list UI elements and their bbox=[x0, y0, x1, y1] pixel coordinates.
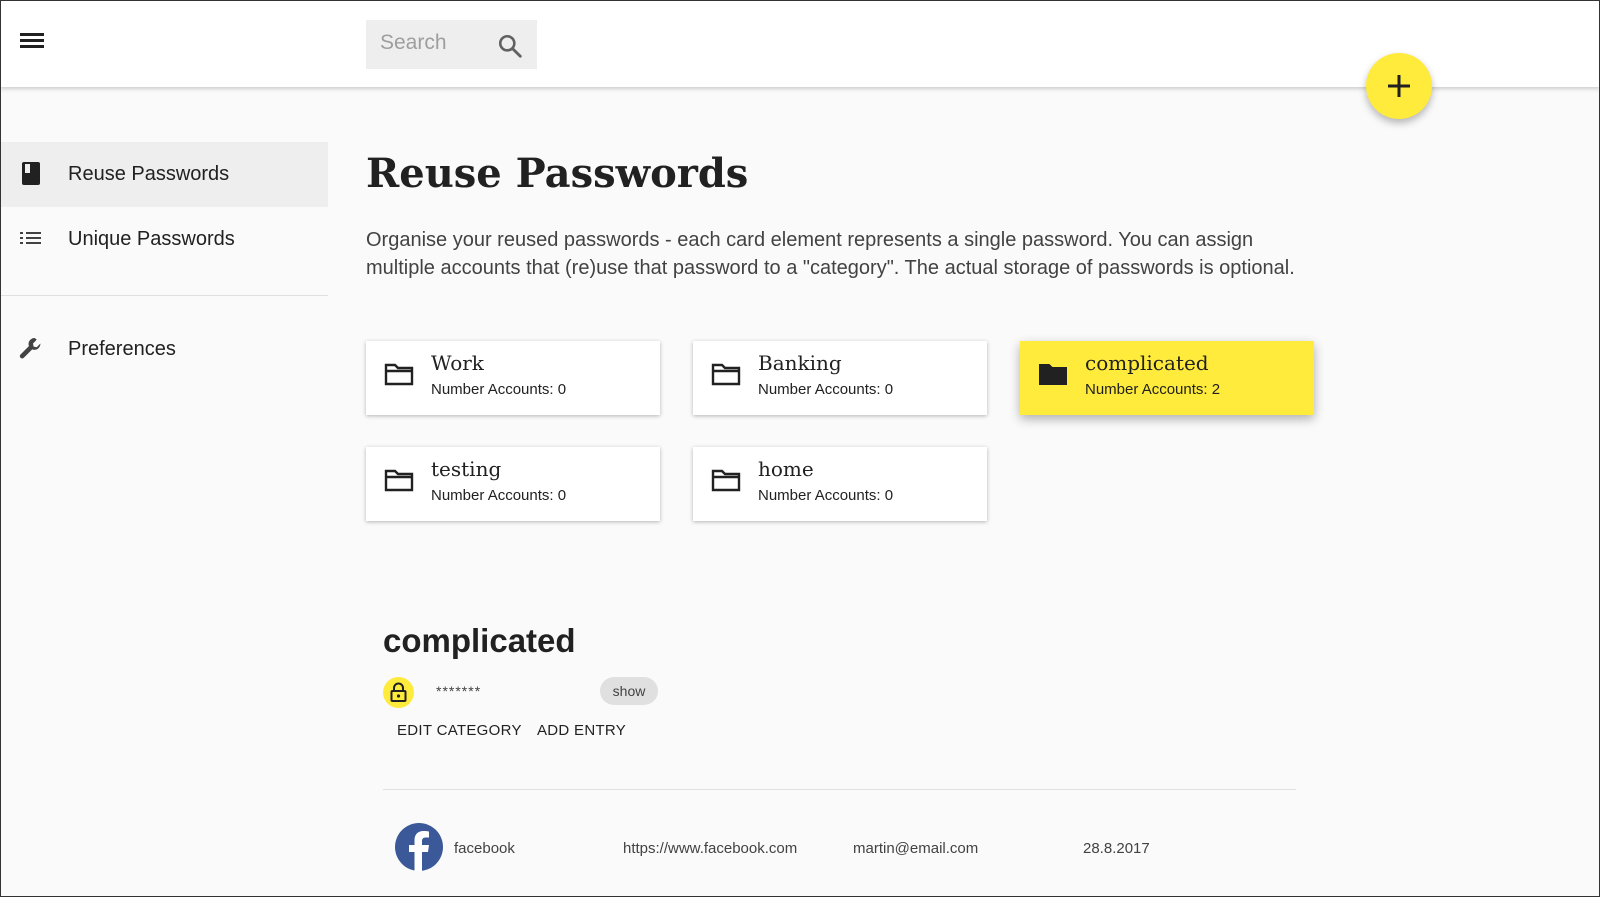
sidebar-item-label: Preferences bbox=[68, 338, 176, 360]
category-card-complicated[interactable]: complicated Number Accounts: 2 bbox=[1020, 341, 1314, 415]
sidebar-divider bbox=[0, 295, 328, 296]
category-card-testing[interactable]: testing Number Accounts: 0 bbox=[366, 447, 660, 521]
facebook-icon bbox=[395, 823, 443, 871]
wrench-icon bbox=[19, 338, 41, 359]
card-name: Banking bbox=[758, 351, 842, 375]
card-count: Number Accounts: 0 bbox=[431, 487, 567, 504]
add-entry-button[interactable]: ADD ENTRY bbox=[537, 722, 626, 739]
card-name: Work bbox=[431, 351, 484, 375]
book-icon bbox=[22, 162, 40, 185]
entries-divider bbox=[383, 789, 1296, 790]
folder-outline-icon bbox=[711, 363, 741, 386]
card-count: Number Accounts: 2 bbox=[1085, 381, 1221, 398]
hamburger-menu-icon[interactable] bbox=[18, 30, 46, 54]
search-placeholder: Search bbox=[380, 31, 447, 54]
card-name: home bbox=[758, 457, 814, 481]
password-mask: ******* bbox=[436, 683, 482, 699]
entry-email: martin@email.com bbox=[853, 840, 979, 857]
folder-outline-icon bbox=[384, 469, 414, 492]
lock-icon bbox=[383, 677, 414, 708]
card-count: Number Accounts: 0 bbox=[758, 381, 894, 398]
entry-row[interactable]: facebook https://www.facebook.com martin… bbox=[383, 815, 1296, 875]
sidebar-item-label: Unique Passwords bbox=[68, 228, 235, 250]
sidebar-item-label: Reuse Passwords bbox=[68, 163, 230, 185]
entry-url[interactable]: https://www.facebook.com bbox=[623, 840, 797, 857]
add-category-fab[interactable] bbox=[1366, 53, 1432, 119]
category-card-banking[interactable]: Banking Number Accounts: 0 bbox=[693, 341, 987, 415]
category-title: complicated bbox=[383, 622, 576, 659]
sidebar-item-preferences[interactable]: Preferences bbox=[0, 317, 328, 382]
card-count: Number Accounts: 0 bbox=[758, 487, 894, 504]
folder-filled-icon bbox=[1039, 364, 1067, 385]
card-name: testing bbox=[431, 457, 502, 481]
card-name: complicated bbox=[1085, 351, 1209, 375]
top-app-bar: Search bbox=[0, 0, 1600, 87]
show-password-button[interactable]: show bbox=[600, 677, 658, 705]
page-description: Organise your reused passwords - each ca… bbox=[366, 229, 1295, 279]
sidebar-item-unique-passwords[interactable]: Unique Passwords bbox=[0, 207, 328, 272]
search-input[interactable]: Search bbox=[366, 20, 537, 69]
entry-date: 28.8.2017 bbox=[1083, 840, 1150, 857]
edit-category-button[interactable]: EDIT CATEGORY bbox=[397, 722, 522, 739]
list-icon bbox=[20, 232, 41, 244]
folder-outline-icon bbox=[384, 363, 414, 386]
entry-name: facebook bbox=[454, 840, 515, 857]
page-title: Reuse Passwords bbox=[366, 150, 749, 197]
card-count: Number Accounts: 0 bbox=[431, 381, 567, 398]
sidebar: Reuse Passwords Unique Passwords Prefere… bbox=[0, 87, 328, 897]
category-card-home[interactable]: home Number Accounts: 0 bbox=[693, 447, 987, 521]
search-icon[interactable] bbox=[497, 33, 523, 59]
plus-icon bbox=[1388, 75, 1410, 97]
sidebar-item-reuse-passwords[interactable]: Reuse Passwords bbox=[0, 142, 328, 207]
category-card-work[interactable]: Work Number Accounts: 0 bbox=[366, 341, 660, 415]
folder-outline-icon bbox=[711, 469, 741, 492]
